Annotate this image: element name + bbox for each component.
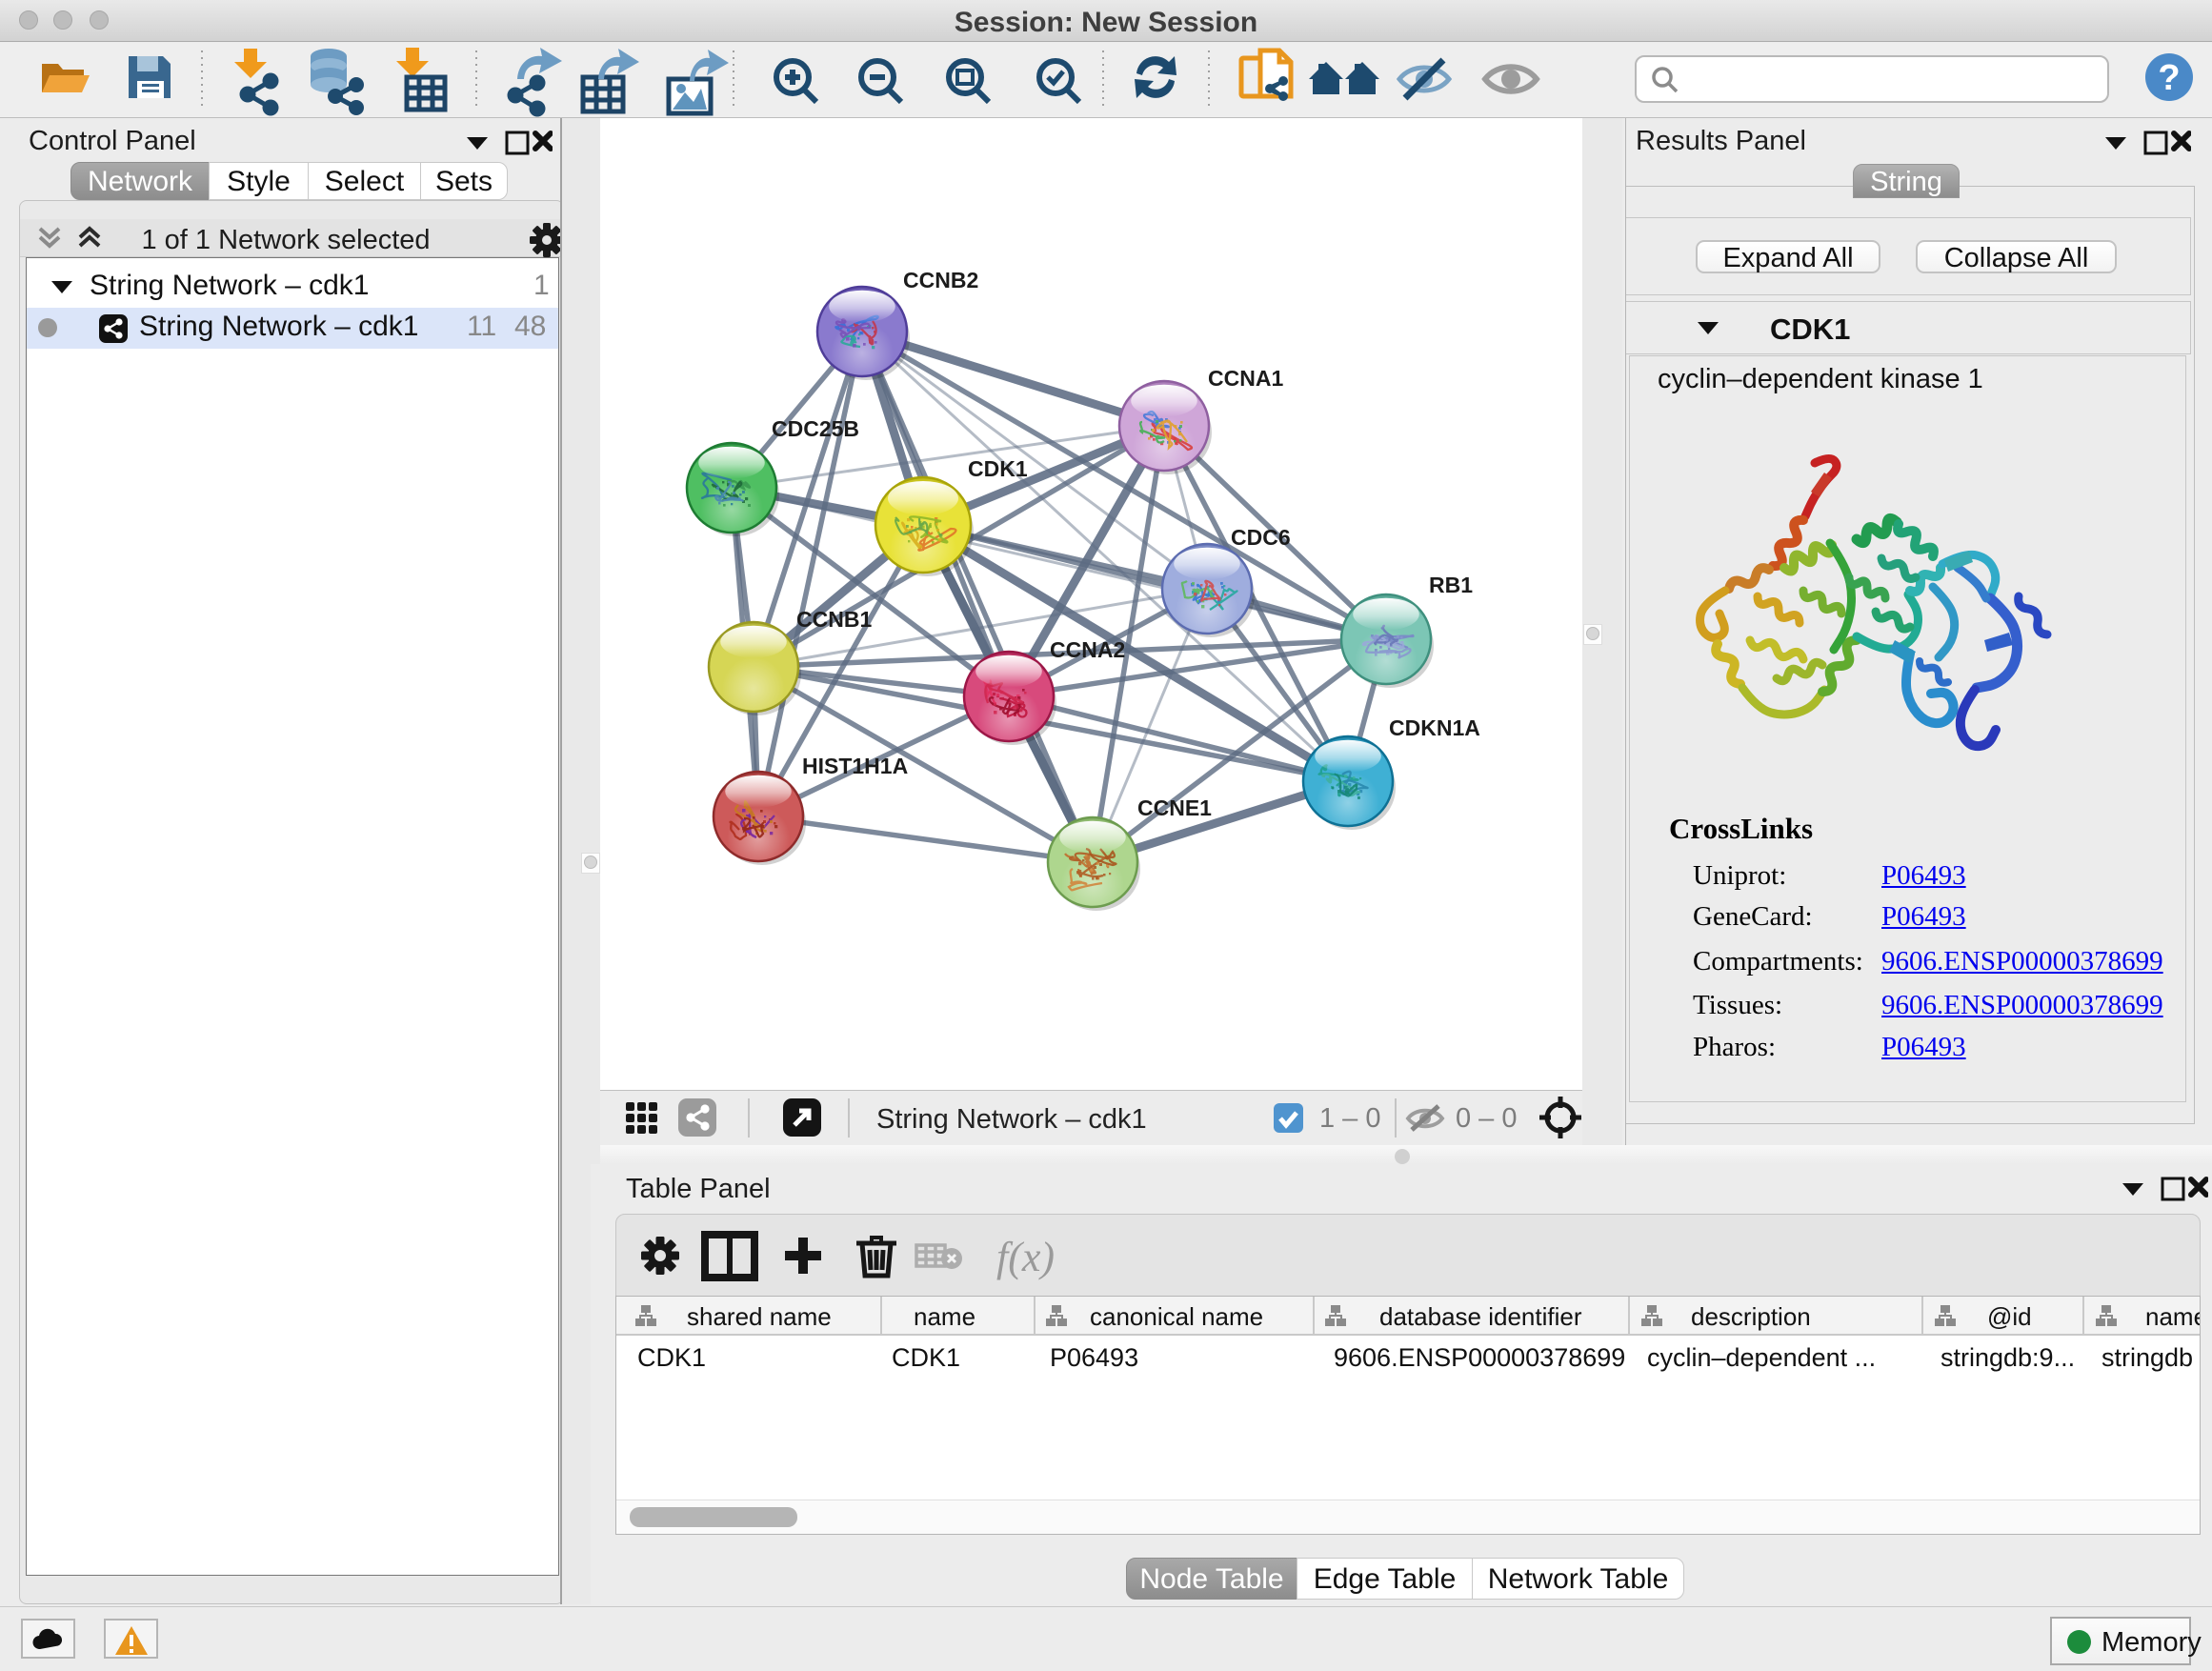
- svg-text:CCNA2: CCNA2: [1050, 637, 1125, 662]
- svg-text:name: name: [914, 1302, 975, 1331]
- svg-text:HIST1H1A: HIST1H1A: [802, 754, 908, 778]
- svg-text:CDC6: CDC6: [1231, 525, 1291, 550]
- svg-text:CCNA1: CCNA1: [1208, 366, 1283, 391]
- svg-text:1 – 0: 1 – 0: [1319, 1103, 1381, 1134]
- svg-text:0 – 0: 0 – 0: [1456, 1103, 1518, 1134]
- svg-text:CDC25B: CDC25B: [772, 416, 859, 441]
- svg-text:CDKN1A: CDKN1A: [1389, 715, 1480, 740]
- svg-text:CCNB2: CCNB2: [903, 268, 978, 292]
- svg-text:CDK1: CDK1: [968, 456, 1028, 481]
- svg-text:CDK1: CDK1: [892, 1343, 960, 1372]
- svg-text:P06493: P06493: [1050, 1343, 1138, 1372]
- svg-text:canonical name: canonical name: [1090, 1302, 1263, 1331]
- svg-text:stringdb:9...: stringdb:9...: [1941, 1343, 2075, 1372]
- svg-text:f(x): f(x): [996, 1234, 1055, 1280]
- svg-text:cyclin–dependent ...: cyclin–dependent ...: [1647, 1343, 1876, 1372]
- svg-text:namespace: namespace: [2145, 1302, 2200, 1331]
- svg-text:9606.ENSP00000378699: 9606.ENSP00000378699: [1334, 1343, 1625, 1372]
- svg-text:shared name: shared name: [687, 1302, 832, 1331]
- svg-text:stringdb: stringdb: [2101, 1343, 2193, 1372]
- svg-text:String Network – cdk1: String Network – cdk1: [876, 1104, 1147, 1135]
- svg-text:CCNE1: CCNE1: [1137, 795, 1212, 820]
- svg-text:RB1: RB1: [1429, 573, 1473, 597]
- svg-text:database identifier: database identifier: [1379, 1302, 1582, 1331]
- svg-text:CDK1: CDK1: [637, 1343, 706, 1372]
- svg-text:description: description: [1691, 1302, 1811, 1331]
- svg-text:CCNB1: CCNB1: [796, 607, 872, 632]
- svg-text:@id: @id: [1987, 1302, 2032, 1331]
- svg-text:?: ?: [2158, 58, 2180, 98]
